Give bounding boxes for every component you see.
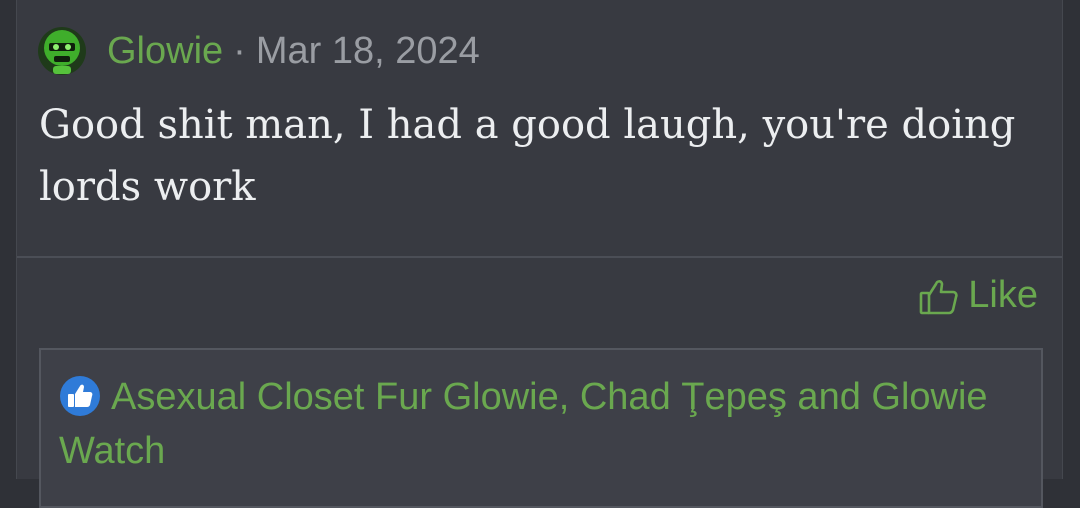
reaction-separator: and <box>786 376 872 418</box>
reactions-list: Asexual Closet Fur Glowie, Chad Ţepeş an… <box>59 370 1019 478</box>
like-label: Like <box>968 274 1038 316</box>
meta-separator: · <box>233 29 246 72</box>
username-link[interactable]: Glowie <box>107 30 223 73</box>
avatar[interactable] <box>37 26 87 76</box>
thumbs-up-icon <box>60 376 100 416</box>
like-button[interactable]: Like <box>918 274 1038 317</box>
post-date[interactable]: Mar 18, 2024 <box>256 30 480 73</box>
reaction-user-link[interactable]: Asexual Closet Fur Glowie <box>111 376 559 418</box>
divider <box>17 256 1062 258</box>
thumbs-up-outline-icon <box>919 279 958 314</box>
post-card: Glowie · Mar 18, 2024 Good shit man, I h… <box>16 0 1063 508</box>
post-message: Good shit man, I had a good laugh, you'r… <box>39 102 1016 210</box>
reactions-bar: Asexual Closet Fur Glowie, Chad Ţepeş an… <box>39 348 1043 508</box>
reaction-user-link[interactable]: Chad Ţepeş <box>580 376 787 418</box>
post-header: Glowie · Mar 18, 2024 <box>37 24 480 78</box>
reaction-separator: , <box>558 376 580 418</box>
